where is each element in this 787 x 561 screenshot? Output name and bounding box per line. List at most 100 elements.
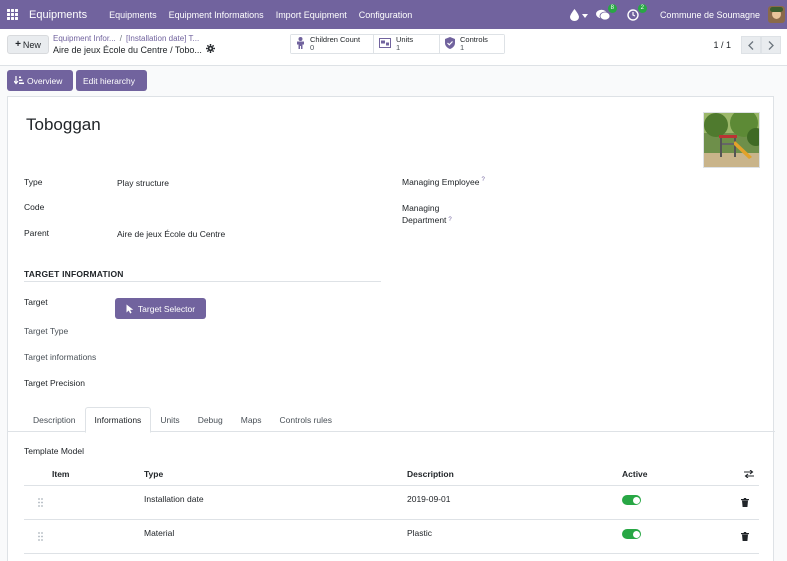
chevron-left-icon [748,40,754,50]
new-button[interactable]: + New [7,35,49,54]
tab-units[interactable]: Units [151,407,188,432]
target-selector-button[interactable]: Target Selector [115,298,206,319]
column-type[interactable]: Type [144,469,163,479]
tab-maps[interactable]: Maps [232,407,271,432]
type-label: Type [24,177,43,187]
breadcrumb: Equipment Infor... / [Installation date] T… [53,34,233,55]
status-bar: Overview Edit hierarchy [7,70,147,91]
drag-handle-icon[interactable] [38,532,43,543]
target-precision-label: Target Precision [24,378,85,388]
drop-icon[interactable] [568,8,588,22]
equipment-photo[interactable] [703,112,760,168]
template-model-label: Template Model [24,446,85,456]
code-field[interactable] [117,202,367,214]
template-model-table: Item Type Description Active Installatio… [24,462,759,554]
overview-button[interactable]: Overview [7,70,73,91]
trash-icon[interactable] [741,498,749,509]
managing-department-label: Managing Department? [402,202,452,226]
new-button-label: New [22,39,41,50]
tab-debug[interactable]: Debug [189,407,232,432]
row-type[interactable]: Installation date [144,494,204,504]
gear-icon[interactable] [205,44,215,55]
drag-handle-icon[interactable] [38,498,43,509]
parent-label: Parent [24,228,50,238]
tab-controls-rules[interactable]: Controls rules [271,407,341,432]
pager-value[interactable]: 1 / 1 [713,40,731,50]
managing-department-text-1: Managing [402,203,440,213]
chevron-right-icon [768,40,774,50]
active-toggle[interactable] [622,529,641,539]
row-description[interactable]: 2019-09-01 [407,494,450,504]
plus-icon: + [15,39,21,50]
help-icon[interactable]: ? [482,177,485,183]
row-type[interactable]: Material [144,528,174,538]
control-panel: + New Equipment Infor... / [Installation d… [0,29,787,66]
user-avatar[interactable] [768,6,785,23]
app-brand[interactable]: Equipments [29,9,87,21]
activities-badge: 2 [637,3,647,13]
controls-value: 1 [460,43,465,52]
pager-next-button[interactable] [761,36,781,54]
managing-employee-field[interactable] [498,177,758,189]
code-label: Code [24,202,45,212]
column-active[interactable]: Active [622,469,648,479]
notebook-tabs: Description Informations Units Debug Map… [8,407,775,433]
active-toggle[interactable] [622,495,641,505]
target-label: Target [24,297,48,307]
managing-employee-text: Managing Employee [402,177,480,187]
shield-check-icon [445,37,455,51]
company-switcher[interactable]: Commune de Soumagne [660,10,760,20]
controls-button[interactable]: Controls 1 [440,35,504,53]
children-count-label: Children Count [310,35,361,44]
row-description[interactable]: Plastic [407,528,432,538]
managing-employee-label: Managing Employee? [402,177,485,187]
menu-equipments[interactable]: Equipments [109,10,157,20]
messages-badge: 8 [607,3,617,13]
child-icon [296,37,305,51]
type-field[interactable]: Play structure [117,178,169,188]
tab-description[interactable]: Description [24,407,85,432]
managing-department-field[interactable] [498,207,758,219]
column-description[interactable]: Description [407,469,454,479]
target-type-label: Target Type [24,326,69,336]
children-count-button[interactable]: Children Count 0 [291,35,374,53]
smart-buttons: Children Count 0 Units 1 Controls 1 [290,34,505,54]
edit-hierarchy-label: Edit hierarchy [83,75,135,86]
table-row[interactable]: Installation date 2019-09-01 [24,486,759,520]
menu-configuration[interactable]: Configuration [359,10,413,20]
table-row[interactable]: Material Plastic [24,520,759,554]
table-header: Item Type Description Active [24,462,759,486]
chat-icon[interactable]: 8 [595,3,617,22]
menu-equipment-informations[interactable]: Equipment Informations [169,10,264,20]
sort-amount-icon [14,76,24,85]
breadcrumb-current: Aire de jeux École du Centre / Tobo... [53,44,202,55]
units-icon [379,38,391,50]
tab-informations[interactable]: Informations [84,407,152,433]
target-section-title: TARGET INFORMATION [24,269,124,279]
breadcrumb-equipment-informations[interactable]: Equipment Infor... [53,34,116,43]
top-navbar: Equipments Equipments Equipment Informat… [0,0,787,29]
cursor-icon [126,304,134,313]
section-divider [24,281,381,282]
form-sheet: Toboggan Type Play structure Code Parent… [7,96,775,561]
edit-hierarchy-button[interactable]: Edit hierarchy [76,70,147,91]
column-settings-icon[interactable] [744,469,754,480]
parent-field[interactable]: Aire de jeux École du Centre [117,229,225,239]
target-informations-label: Target informations [24,352,97,362]
units-value: 1 [396,43,401,52]
column-item[interactable]: Item [52,469,69,479]
menu-import-equipment[interactable]: Import Equipment [276,10,347,20]
clock-icon[interactable]: 2 [626,3,647,22]
controls-label: Controls [460,35,488,44]
pager-buttons [741,36,781,54]
apps-grid-icon[interactable] [7,9,18,20]
page-title[interactable]: Toboggan [26,115,101,135]
pager-previous-button[interactable] [741,36,761,54]
target-selector-label: Target Selector [137,303,196,314]
trash-icon[interactable] [741,532,749,543]
children-count-value: 0 [310,43,315,52]
overview-label: Overview [27,75,63,86]
units-button[interactable]: Units 1 [374,35,440,53]
help-icon[interactable]: ? [448,217,451,223]
breadcrumb-installation-date[interactable]: [Installation date] T... [126,34,199,43]
